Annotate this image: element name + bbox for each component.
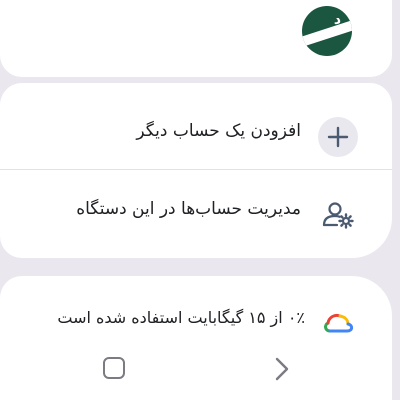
account-card[interactable]: د bbox=[0, 0, 392, 77]
manage-accounts-button[interactable]: مدیریت حساب‌ها در این دستگاه bbox=[0, 179, 392, 249]
avatar-initial: د bbox=[333, 12, 341, 28]
account-actions-card: افزودن یک حساب دیگر bbox=[0, 83, 392, 258]
storage-usage-label: ۰٪ از ۱۵ گیگابایت استفاده شده است bbox=[57, 308, 305, 327]
add-account-label: افزودن یک حساب دیگر bbox=[136, 121, 301, 141]
manage-accounts-icon bbox=[318, 195, 358, 235]
storage-row[interactable]: ۰٪ از ۱۵ گیگابایت استفاده شده است bbox=[0, 288, 392, 358]
google-cloud-icon bbox=[318, 304, 358, 344]
divider bbox=[0, 169, 392, 170]
back-chevron-icon[interactable] bbox=[272, 356, 292, 382]
avatar-stripe bbox=[302, 17, 352, 49]
storage-card[interactable]: ۰٪ از ۱۵ گیگابایت استفاده شده است bbox=[0, 276, 392, 400]
recents-square-icon[interactable] bbox=[103, 357, 125, 379]
account-menu-screen: د افزودن یک حساب دیگر bbox=[0, 0, 400, 400]
avatar[interactable]: د bbox=[302, 6, 352, 56]
add-account-button[interactable]: افزودن یک حساب دیگر bbox=[0, 101, 392, 171]
plus-icon bbox=[318, 117, 358, 157]
manage-accounts-label: مدیریت حساب‌ها در این دستگاه bbox=[76, 199, 301, 219]
